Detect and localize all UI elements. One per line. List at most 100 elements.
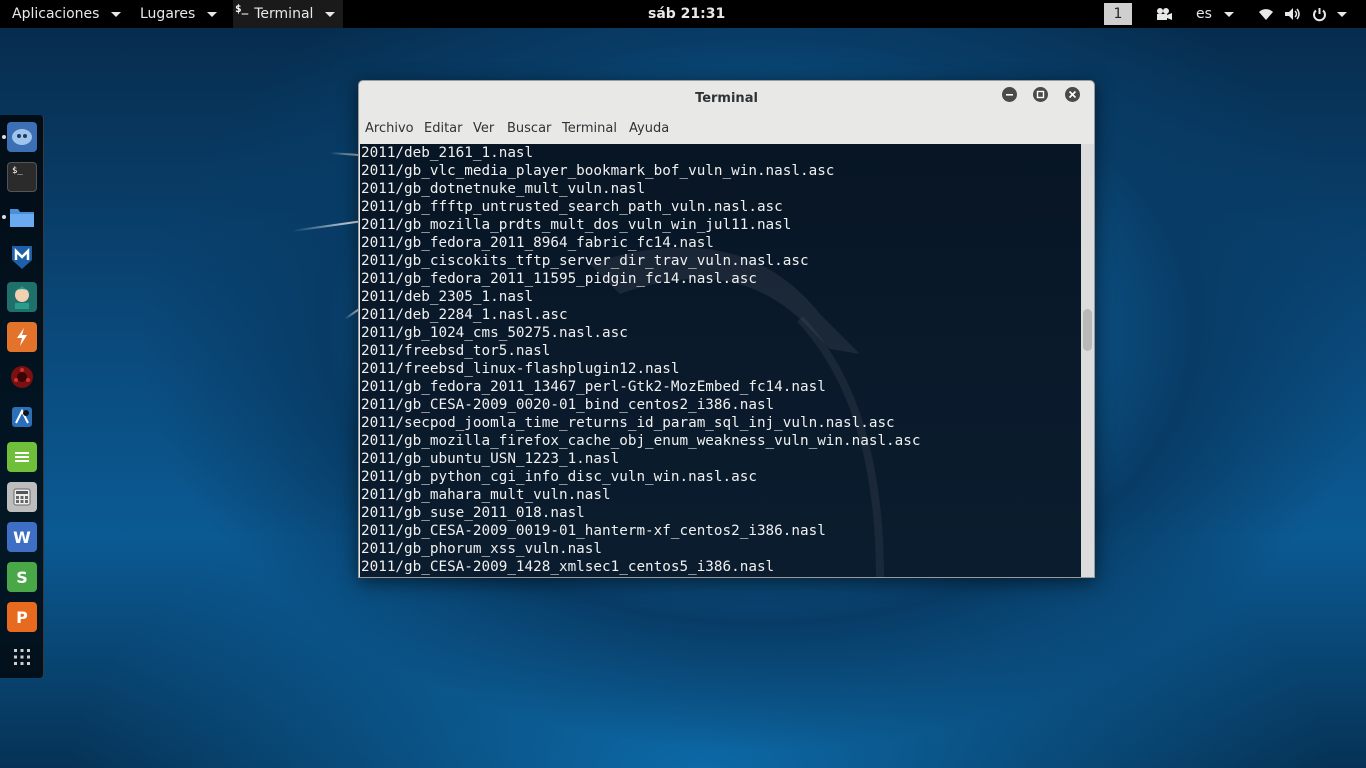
window-titlebar[interactable]: Terminal	[359, 81, 1094, 117]
scrollbar-thumb[interactable]	[1083, 309, 1092, 351]
terminal-icon: $_	[12, 166, 23, 176]
chevron-down-icon	[111, 11, 122, 17]
dock-item-files[interactable]	[7, 202, 37, 232]
menu-ver[interactable]: Ver	[473, 121, 494, 136]
dock-item-pidgin[interactable]	[7, 122, 37, 152]
terminal-line: 2011/gb_phorum_xss_vuln.nasl	[361, 541, 603, 557]
terminal-line: 2011/gb_mozilla_firefox_cache_obj_enum_w…	[361, 433, 921, 449]
menu-buscar[interactable]: Buscar	[507, 121, 551, 136]
video-camera-icon	[1157, 8, 1172, 20]
terminal-lines: 2011/deb_2161_1.nasl 2011/gb_vlc_media_pl…	[360, 144, 1081, 576]
menu-bar: Archivo Editar Ver Buscar Terminal Ayuda	[359, 119, 1094, 143]
close-icon	[1068, 90, 1077, 99]
places-label: Lugares	[140, 6, 196, 22]
applications-menu[interactable]: Aplicaciones	[12, 0, 122, 28]
terminal-icon: $_	[235, 2, 249, 15]
terminal-line: 2011/gb_fedora_2011_8964_fabric_fc14.nas…	[361, 235, 714, 251]
terminal-line: 2011/gb_ffftp_untrusted_search_path_vuln…	[361, 199, 783, 215]
terminal-line: 2011/gb_ciscokits_tftp_server_dir_trav_v…	[361, 253, 809, 269]
terminal-line: 2011/gb_mahara_mult_vuln.nasl	[361, 487, 611, 503]
system-menu[interactable]	[1258, 0, 1347, 28]
terminal-line: 2011/freebsd_linux-flashplugin12.nasl	[361, 361, 680, 377]
chevron-down-icon	[207, 11, 218, 17]
files-icon	[10, 209, 34, 227]
wallpaper-streak	[291, 220, 362, 232]
dock-item-metasploit[interactable]	[7, 242, 37, 272]
clock[interactable]: sáb 21:31	[648, 0, 725, 28]
places-menu[interactable]: Lugares	[140, 0, 218, 28]
chevron-down-icon	[1223, 11, 1234, 17]
language-menu[interactable]: es	[1196, 0, 1234, 28]
recording-indicator[interactable]	[1155, 0, 1173, 28]
dock-item-presentation[interactable]: P	[7, 602, 37, 632]
app-menu-label: Terminal	[254, 6, 314, 22]
window-title: Terminal	[695, 91, 758, 106]
close-button[interactable]	[1065, 87, 1080, 102]
terminal-line: 2011/gb_CESA-2009_0020-01_bind_centos2_i…	[361, 397, 775, 413]
dock-item-text-editor[interactable]	[7, 442, 37, 472]
minimize-icon	[1006, 94, 1013, 96]
dock-item-terminal[interactable]: $_	[7, 162, 37, 192]
terminal-line: 2011/freebsd_tor5.nasl	[361, 343, 551, 359]
terminal-line: 2011/deb_2284_1.nasl.asc	[361, 307, 568, 323]
burpsuite-icon	[17, 328, 27, 346]
terminal-line: 2011/deb_2305_1.nasl	[361, 289, 534, 305]
chevron-down-icon	[1337, 11, 1347, 17]
maximize-icon	[1036, 90, 1045, 99]
terminal-line: 2011/secpod_joomla_time_returns_id_param…	[361, 415, 895, 431]
pidgin-icon	[12, 129, 32, 145]
dock-item-armitage[interactable]	[7, 282, 37, 312]
terminal-line: 2011/gb_1024_cms_50275.nasl.asc	[361, 325, 628, 341]
running-indicator	[2, 135, 6, 139]
armitage-icon	[13, 286, 31, 309]
terminal-line: 2011/gb_fedora_2011_11595_pidgin_fc14.na…	[361, 271, 757, 287]
presentation-icon: P	[16, 607, 28, 627]
power-icon	[1313, 7, 1326, 21]
dock-item-spreadsheet[interactable]: S	[7, 562, 37, 592]
running-indicator	[2, 215, 6, 219]
dock-item-burpsuite[interactable]	[7, 322, 37, 352]
terminal-line: 2011/gb_fedora_2011_13467_perl-Gtk2-MozE…	[361, 379, 826, 395]
menu-editar[interactable]: Editar	[424, 121, 463, 136]
terminal-output[interactable]: 2011/deb_2161_1.nasl 2011/gb_vlc_media_pl…	[360, 144, 1081, 577]
terminal-line: 2011/deb_2161_1.nasl	[361, 145, 534, 161]
dock-item-maltego[interactable]	[7, 362, 37, 392]
volume-icon	[1285, 8, 1300, 20]
show-apps-icon	[14, 649, 30, 665]
terminal-line: 2011/gb_ubuntu_USN_1223_1.nasl	[361, 451, 620, 467]
terminal-line: 2011/gb_mozilla_prdts_mult_dos_vuln_win_…	[361, 217, 792, 233]
top-panel: Aplicaciones Lugares $_ Terminal sáb 21:…	[0, 0, 1366, 28]
terminal-line: 2011/gb_CESA-2009_1428_xmlsec1_centos5_i…	[361, 559, 775, 575]
workspace-indicator[interactable]: 1	[1104, 3, 1132, 25]
beef-icon	[12, 407, 32, 427]
menu-archivo[interactable]: Archivo	[365, 121, 414, 136]
terminal-line: 2011/gb_python_cgi_info_disc_vuln_win.na…	[361, 469, 757, 485]
minimize-button[interactable]	[1002, 87, 1017, 102]
app-menu[interactable]: $_ Terminal	[233, 0, 344, 28]
menu-ayuda[interactable]: Ayuda	[629, 121, 669, 136]
spreadsheet-icon: S	[16, 567, 28, 587]
applications-label: Aplicaciones	[12, 6, 100, 22]
terminal-line: 2011/gb_suse_2011_018.nasl	[361, 505, 585, 521]
terminal-line: 2011/gb_vlc_media_player_bookmark_bof_vu…	[361, 163, 835, 179]
dock-item-writer[interactable]: W	[7, 522, 37, 552]
terminal-line: 2011/gb_CESA-2009_0019-01_hanterm-xf_cen…	[361, 523, 826, 539]
wifi-icon	[1259, 9, 1273, 20]
terminal-window: Terminal Archivo Editar Ver Buscar Termi…	[358, 80, 1095, 578]
maximize-button[interactable]	[1033, 87, 1048, 102]
maltego-icon	[11, 366, 33, 388]
language-label: es	[1196, 6, 1212, 22]
metasploit-icon	[12, 246, 32, 269]
calculator-icon	[13, 488, 31, 506]
writer-icon: W	[13, 527, 31, 547]
dock-item-calculator[interactable]	[7, 482, 37, 512]
terminal-line: 2011/gb_dotnetnuke_mult_vuln.nasl	[361, 181, 646, 197]
chevron-down-icon	[325, 11, 336, 17]
text-editor-icon	[15, 452, 29, 462]
dash-dock: $_ W S P	[0, 115, 44, 678]
menu-terminal[interactable]: Terminal	[562, 121, 617, 136]
dock-item-beef[interactable]	[7, 402, 37, 432]
terminal-scrollbar[interactable]	[1081, 144, 1094, 577]
clock-label: sáb 21:31	[648, 6, 726, 22]
dock-item-show-apps[interactable]	[7, 642, 37, 672]
